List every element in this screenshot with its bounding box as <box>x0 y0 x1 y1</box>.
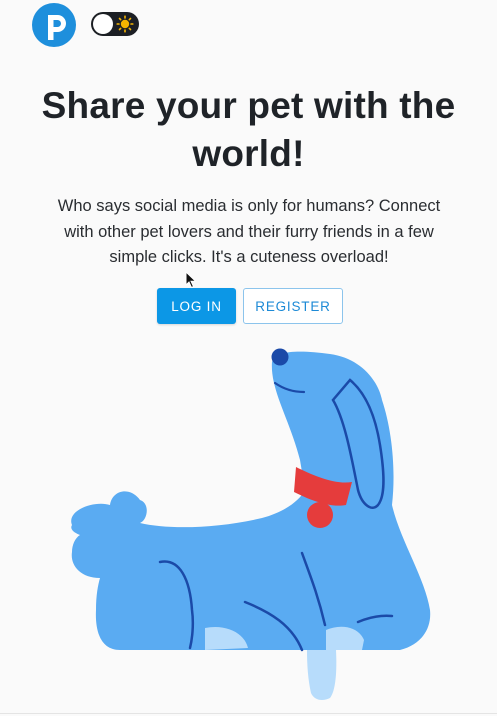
login-button[interactable]: LOG IN <box>157 288 236 324</box>
top-bar <box>0 0 497 52</box>
dog-front-leg <box>307 650 337 701</box>
register-button[interactable]: REGISTER <box>243 288 343 324</box>
dog-nose <box>271 348 289 366</box>
dog-illustration <box>0 330 497 716</box>
app-logo[interactable] <box>32 3 76 47</box>
bottom-divider <box>0 713 497 714</box>
hero-description: Who says social media is only for humans… <box>57 197 441 266</box>
hero-title: Share your pet with the world! <box>41 85 456 174</box>
sun-icon <box>116 15 134 33</box>
theme-toggle[interactable] <box>91 12 139 36</box>
auth-actions: LOG IN REGISTER <box>157 288 347 325</box>
landing-page: Share your pet with the world! Who says … <box>0 0 497 716</box>
collar-tag <box>307 502 333 528</box>
mouse-cursor-icon <box>185 270 197 289</box>
toggle-knob <box>93 14 113 34</box>
logo-mark <box>32 3 76 47</box>
